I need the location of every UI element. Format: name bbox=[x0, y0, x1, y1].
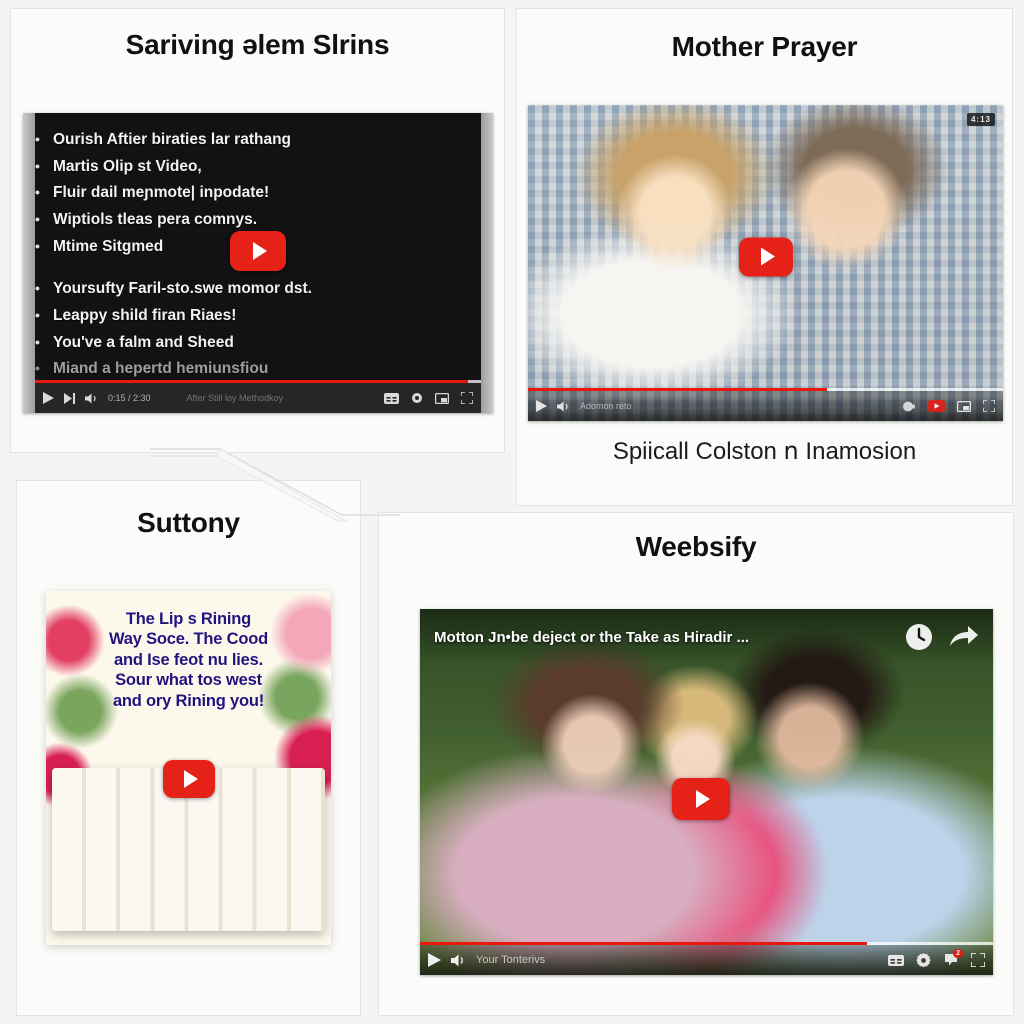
quote-line: Sour what tos west bbox=[115, 671, 262, 690]
slide-bullet-list-bottom: Yoursufty Faril-sto.swe momor dst. Leapp… bbox=[35, 276, 475, 383]
next-track-icon[interactable] bbox=[64, 392, 75, 404]
play-icon bbox=[695, 790, 710, 809]
progress-bar[interactable] bbox=[35, 380, 481, 383]
miniplayer-icon[interactable] bbox=[435, 392, 449, 404]
quote-line: The Lip s Rining bbox=[125, 609, 252, 628]
player-controls-bar[interactable]: Your Tonterivs 2 bbox=[420, 942, 993, 975]
video-player-slide[interactable]: Ourish Aftier biraties lar rathang Marti… bbox=[23, 113, 493, 413]
notifications-icon[interactable]: 2 bbox=[943, 949, 963, 967]
settings-icon[interactable] bbox=[411, 392, 423, 404]
list-item: Yoursufty Faril-sto.swe momor dst. bbox=[35, 276, 475, 303]
play-icon bbox=[253, 242, 267, 260]
quote-overlay-text: The Lip s Rining Way Soce. The Cood and … bbox=[46, 609, 331, 711]
card-title-weebsify: Weebsify bbox=[635, 531, 757, 562]
collage-page: Sariving ǝlem Slrins Ourish Aftier birat… bbox=[0, 0, 1024, 1024]
list-item: Wiptiols tleas pera comnys. bbox=[35, 207, 475, 234]
volume-icon[interactable] bbox=[557, 401, 570, 412]
list-item: Leappy shild firan Riaes! bbox=[35, 303, 475, 330]
progress-bar[interactable] bbox=[420, 942, 993, 945]
player-subtitle: After Still loy Methodkoy bbox=[186, 393, 284, 403]
notification-badge: 2 bbox=[953, 949, 963, 958]
play-icon bbox=[760, 247, 775, 266]
card-title-suttony: Suttony bbox=[137, 507, 240, 538]
volume-icon[interactable] bbox=[85, 393, 98, 404]
progress-played bbox=[420, 942, 867, 945]
play-icon[interactable] bbox=[43, 392, 54, 404]
player-bezel-left bbox=[23, 113, 35, 413]
card-weebsify[interactable]: Weebsify Motton Jn•be deject or the Take… bbox=[378, 512, 1014, 1016]
progress-played bbox=[528, 388, 828, 391]
clock-icon[interactable] bbox=[905, 623, 933, 651]
quote-line: and ory Rining you! bbox=[112, 691, 265, 710]
captions-icon[interactable] bbox=[888, 954, 904, 966]
fullscreen-icon[interactable] bbox=[461, 392, 473, 404]
card-mother-prayer[interactable]: Mother Prayer 4:13 Adomon reto Spiicall … bbox=[516, 8, 1013, 506]
play-button[interactable] bbox=[671, 778, 730, 821]
youtube-icon[interactable] bbox=[928, 400, 945, 412]
card-title-slide: Sariving ǝlem Slrins bbox=[125, 29, 390, 60]
duration-badge: 4:13 bbox=[966, 113, 995, 126]
video-player-weebsify[interactable]: Motton Jn•be deject or the Take as Hirad… bbox=[420, 609, 993, 975]
captions-icon[interactable] bbox=[902, 401, 916, 412]
settings-icon[interactable] bbox=[916, 952, 931, 968]
card-suttony[interactable]: Suttony The Lip s Rining Way Soce. The C… bbox=[16, 480, 361, 1016]
list-item: Miand a hepertd hemiunsfiou bbox=[35, 356, 475, 383]
video-overlay-title[interactable]: Motton Jn•be deject or the Take as Hirad… bbox=[434, 629, 893, 646]
list-item: Ourish Aftier biraties lar rathang bbox=[35, 127, 475, 154]
fullscreen-icon[interactable] bbox=[971, 953, 985, 967]
progress-bar[interactable] bbox=[528, 388, 1003, 391]
list-item: Fluir dail meɲmote| inpodate! bbox=[35, 180, 475, 207]
card-slide-video[interactable]: Sariving ǝlem Slrins Ourish Aftier birat… bbox=[10, 8, 505, 453]
play-icon bbox=[183, 769, 198, 788]
time-display: Adomon reto bbox=[580, 401, 632, 411]
play-icon[interactable] bbox=[428, 953, 441, 967]
player-label: Your Tonterivs bbox=[476, 954, 546, 966]
card-caption-mother-prayer: Spiicall Colston ո Inamosion bbox=[612, 438, 917, 465]
play-button[interactable] bbox=[738, 237, 793, 277]
time-display: 0:15 / 2:30 bbox=[108, 393, 151, 403]
play-button[interactable] bbox=[162, 759, 215, 798]
play-icon[interactable] bbox=[536, 400, 547, 412]
quote-line: and Ise feot nu lies. bbox=[114, 650, 263, 669]
list-item: Martis Olip st Video, bbox=[35, 154, 475, 181]
progress-played bbox=[35, 380, 468, 383]
player-bezel-right bbox=[481, 113, 493, 413]
volume-icon[interactable] bbox=[451, 954, 466, 967]
play-button[interactable] bbox=[230, 231, 286, 271]
video-player-mother-prayer[interactable]: 4:13 Adomon reto bbox=[528, 105, 1003, 421]
player-controls-bar[interactable]: 0:15 / 2:30 After Still loy Methodkoy bbox=[35, 380, 481, 413]
image-card-dessert[interactable]: The Lip s Rining Way Soce. The Cood and … bbox=[46, 591, 331, 945]
video-top-overlay: Motton Jn•be deject or the Take as Hirad… bbox=[420, 609, 993, 665]
list-item: You've a falm and Sheed bbox=[35, 330, 475, 357]
quote-line: Way Soce. The Cood bbox=[109, 630, 268, 649]
card-title-mother-prayer: Mother Prayer bbox=[671, 31, 858, 62]
share-icon[interactable] bbox=[949, 624, 979, 650]
fullscreen-icon[interactable] bbox=[983, 400, 995, 412]
player-controls-bar[interactable]: Adomon reto bbox=[528, 388, 1003, 421]
miniplayer-icon[interactable] bbox=[957, 400, 971, 412]
captions-icon[interactable] bbox=[384, 392, 399, 404]
video-overlay-actions[interactable] bbox=[905, 623, 979, 651]
